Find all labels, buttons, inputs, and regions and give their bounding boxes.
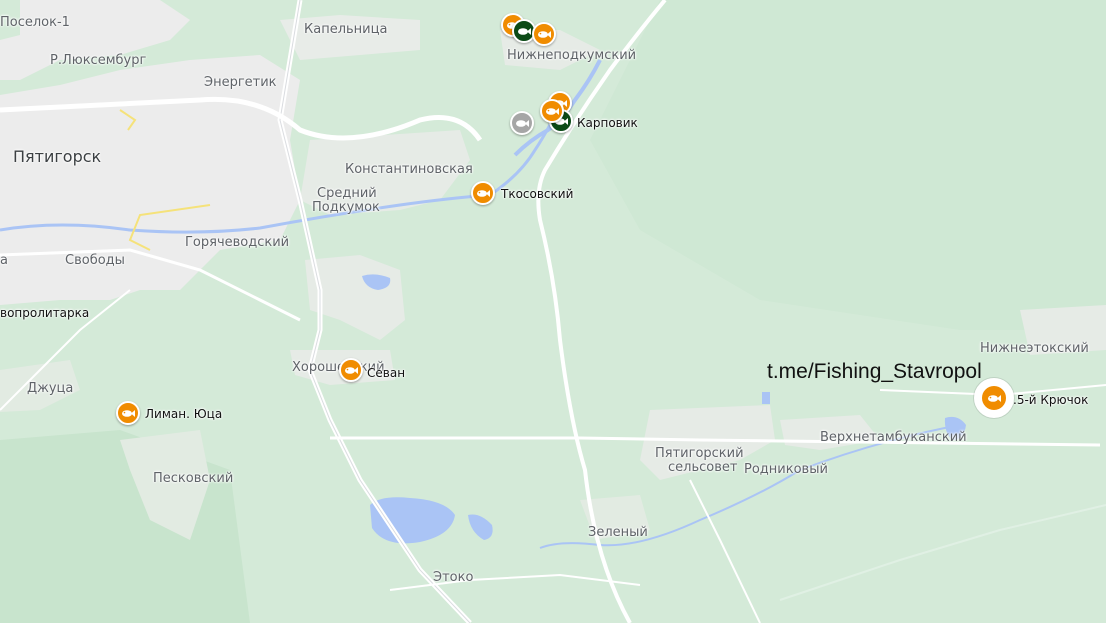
- place-label-energetik: Энергетик: [204, 75, 277, 90]
- fish-marker[interactable]: [532, 22, 556, 46]
- fish-marker[interactable]: [540, 99, 564, 123]
- place-label-luxemburg: Р.Люксембург: [50, 53, 147, 68]
- fish-marker-selected[interactable]: [974, 378, 1014, 418]
- watermark-text: t.me/Fishing_Stavropol: [767, 360, 982, 383]
- fish-icon: [988, 394, 1001, 402]
- fish-marker[interactable]: [339, 358, 363, 382]
- place-label-zeleny: Зеленый: [588, 525, 648, 540]
- place-label-goryachevodsky: Горячеводский: [185, 235, 290, 250]
- place-label-novoproletarka: вопролитарка: [0, 306, 90, 320]
- fish-icon: [546, 107, 559, 115]
- place-label-selsovet: сельсовет: [668, 460, 738, 475]
- fish-icon: [345, 366, 358, 374]
- fish-icon: [518, 27, 531, 35]
- spot-label-karpovik[interactable]: Карповик: [577, 117, 638, 129]
- place-label-pyatigorsky: Пятигорский: [655, 446, 744, 461]
- fish-icon: [538, 30, 551, 38]
- fish-icon: [516, 119, 529, 127]
- place-label-peskovsky: Песковский: [153, 471, 234, 486]
- place-label-dzhutsa: Джуца: [27, 381, 74, 396]
- place-label-nizhneetoksky: Нижнеэтокский: [980, 341, 1089, 356]
- place-label-rodnikovy: Родниковый: [744, 462, 828, 477]
- place-label-pyatigorsk: Пятигорск: [13, 147, 102, 166]
- place-label-kapelnitsa: Капельница: [304, 22, 388, 37]
- place-label-a: а: [0, 253, 8, 268]
- place-label-nizhnepodkumsky: Нижнеподкумский: [507, 48, 637, 63]
- place-label-sredniy: Средний: [317, 186, 377, 201]
- fish-icon: [122, 409, 135, 417]
- place-label-verkhnetambukansky: Верхнетамбуканский: [820, 430, 967, 445]
- place-label-konstantinovskaya: Константиновская: [345, 162, 473, 177]
- fish-icon: [477, 189, 490, 197]
- fish-marker[interactable]: [510, 111, 534, 135]
- spot-label-tkosovsky[interactable]: Ткосовский: [501, 188, 573, 200]
- place-label-poselok1: Поселок-1: [0, 15, 70, 30]
- fish-marker[interactable]: [471, 181, 495, 205]
- place-label-etoko: Этоко: [433, 570, 474, 585]
- spot-label-liman[interactable]: Лиман. Юца: [145, 408, 222, 420]
- fish-marker[interactable]: [116, 401, 140, 425]
- spot-label-sevan[interactable]: Севан: [367, 367, 405, 379]
- place-label-podkumok: Подкумок: [312, 200, 380, 215]
- spot-label-kryuchok[interactable]: .5-й Крючок: [1013, 394, 1088, 406]
- place-label-svobody: Свободы: [65, 253, 125, 268]
